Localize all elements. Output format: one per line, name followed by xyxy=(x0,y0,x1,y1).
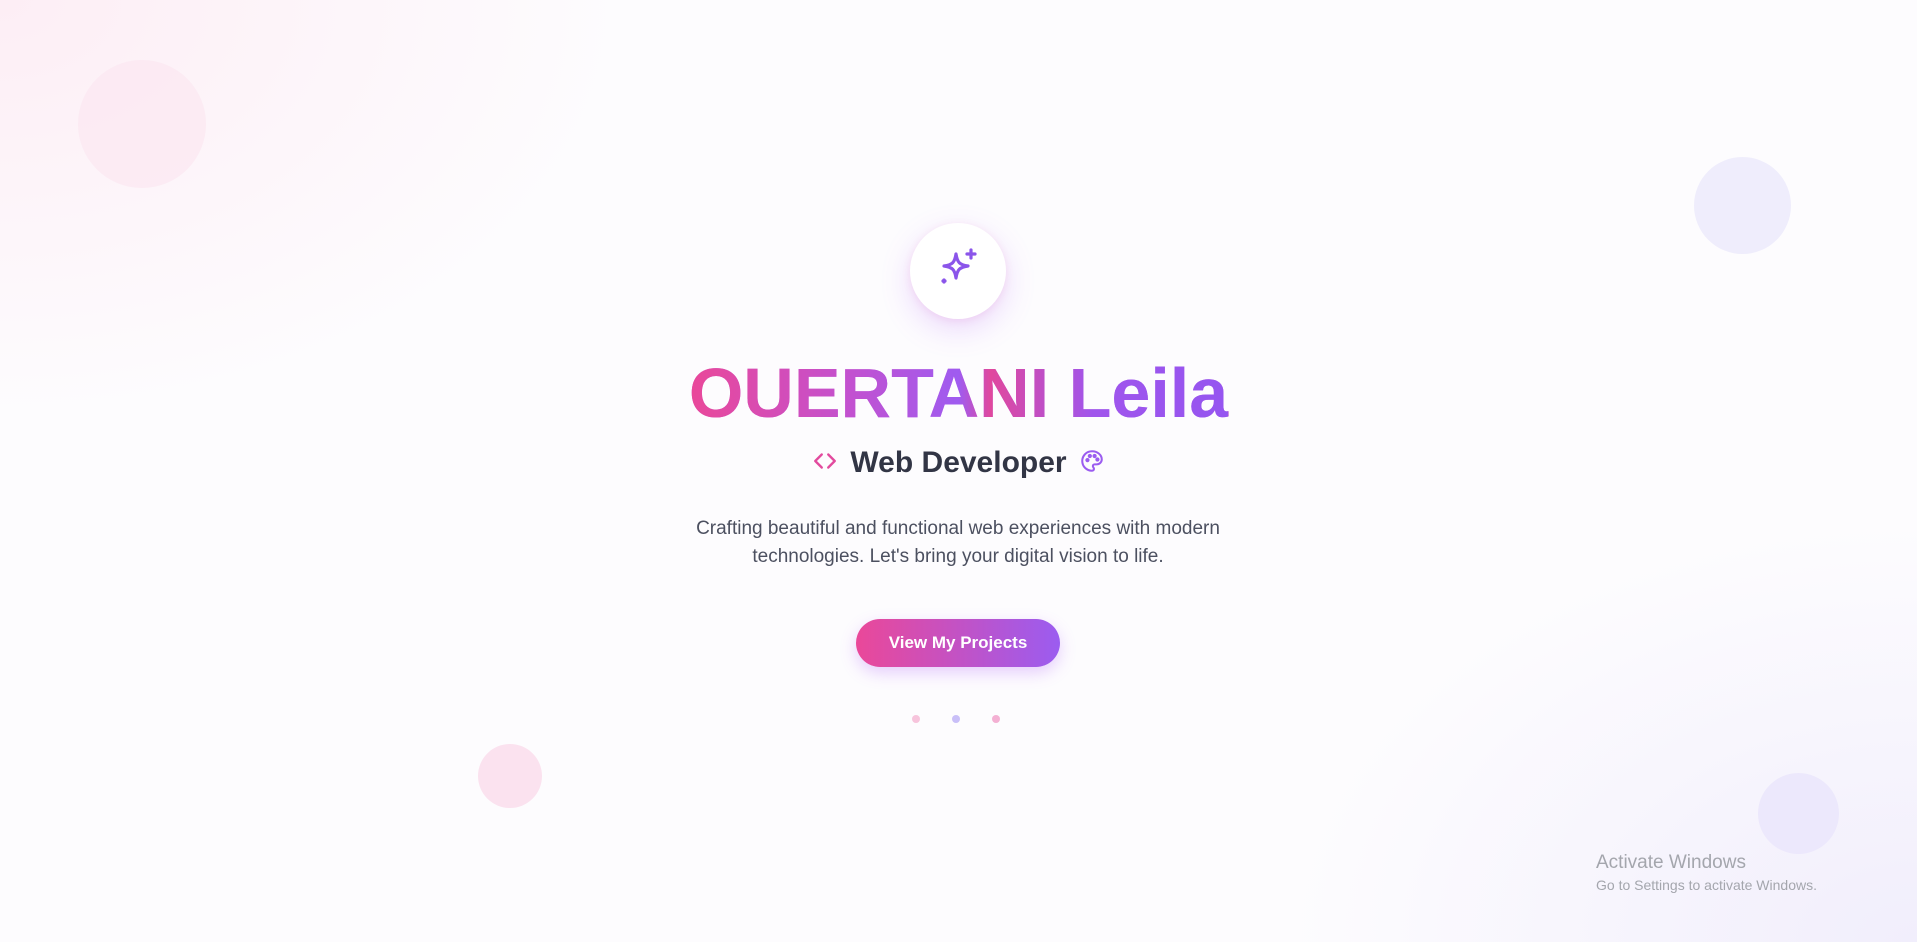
hero-section: OUERTANI Leila Web Developer Crafting be… xyxy=(0,0,1917,942)
windows-activation-watermark: Activate Windows Go to Settings to activ… xyxy=(1596,851,1817,895)
role-label: Web Developer xyxy=(850,446,1067,479)
watermark-subtitle: Go to Settings to activate Windows. xyxy=(1596,877,1817,893)
hero-name: OUERTANI Leila xyxy=(0,352,1917,434)
carousel-dot[interactable] xyxy=(952,715,960,723)
view-projects-button[interactable]: View My Projects xyxy=(856,619,1060,667)
code-icon xyxy=(812,448,838,479)
hero-role: Web Developer xyxy=(0,446,1917,480)
carousel-dots xyxy=(912,715,1004,723)
watermark-title: Activate Windows xyxy=(1596,852,1746,873)
carousel-dot[interactable] xyxy=(992,715,1000,723)
palette-icon xyxy=(1079,448,1105,479)
sparkles-icon xyxy=(934,245,982,298)
hero-description: Crafting beautiful and functional web ex… xyxy=(696,518,1220,567)
hero-badge xyxy=(910,223,1006,319)
carousel-dot[interactable] xyxy=(912,715,920,723)
